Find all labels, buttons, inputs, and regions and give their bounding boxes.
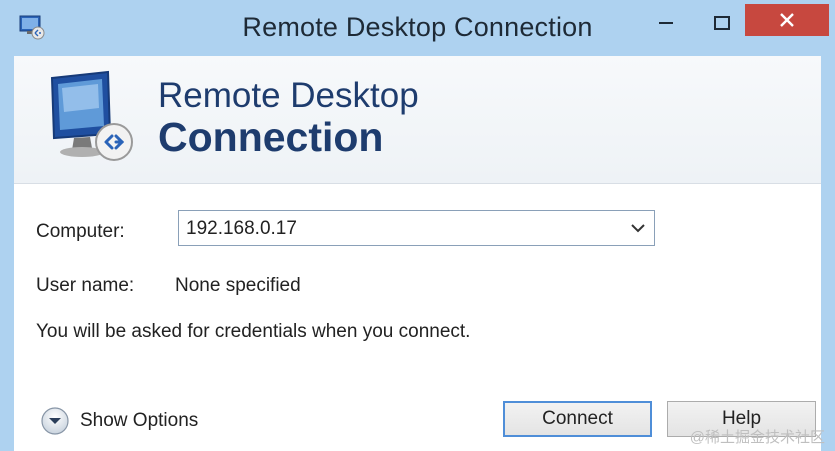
chevron-down-icon[interactable] xyxy=(630,222,646,234)
expand-circle-icon[interactable] xyxy=(40,406,70,436)
banner-title-line2: Connection xyxy=(158,114,384,160)
watermark-text: @稀土掘金技术社区 xyxy=(689,429,825,446)
dialog-body: Remote Desktop Connection Computer: 192.… xyxy=(14,56,821,451)
computer-combobox[interactable]: 192.168.0.17 xyxy=(178,210,655,246)
computer-input[interactable]: 192.168.0.17 xyxy=(186,218,297,240)
username-label: User name: xyxy=(36,275,135,296)
banner-title-line1: Remote Desktop xyxy=(158,76,419,115)
close-icon xyxy=(780,13,794,27)
title-bar[interactable]: Remote Desktop Connection xyxy=(0,0,835,56)
close-button[interactable] xyxy=(745,4,829,36)
minimize-button[interactable] xyxy=(644,8,688,38)
connect-button[interactable]: Connect xyxy=(503,401,652,437)
maximize-icon xyxy=(714,16,730,30)
computer-label: Computer: xyxy=(36,221,125,242)
remote-desktop-logo-icon xyxy=(50,70,133,161)
header-banner: Remote Desktop Connection xyxy=(14,56,821,184)
show-options-label[interactable]: Show Options xyxy=(80,410,198,432)
minimize-icon xyxy=(659,22,673,24)
maximize-button[interactable] xyxy=(700,8,744,38)
username-value: None specified xyxy=(175,275,301,296)
show-options-toggle[interactable]: Show Options xyxy=(40,406,198,436)
remote-desktop-window: Remote Desktop Connection Remote Desktop… xyxy=(0,0,835,451)
credentials-info-text: You will be asked for credentials when y… xyxy=(36,321,471,342)
